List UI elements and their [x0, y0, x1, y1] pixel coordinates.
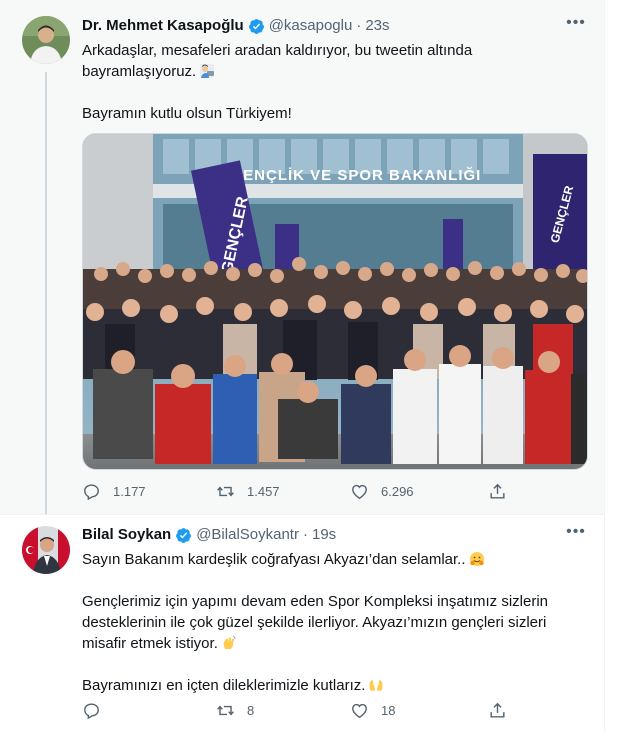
- retweet-button[interactable]: 8: [216, 701, 254, 720]
- meta-separator: ·: [302, 526, 308, 543]
- tweet-text: Sayın Bakanım kardeşlik coğrafyası Akyaz…: [82, 549, 587, 696]
- reply-icon: [84, 703, 99, 720]
- tweet-paragraph: Gençlerimiz için yapımı devam eden Spor …: [82, 591, 587, 654]
- share-button[interactable]: [488, 482, 519, 501]
- retweet-icon: [217, 486, 234, 497]
- tweet-text: Arkadaşlar, mesafeleri aradan kaldırıyor…: [82, 40, 587, 124]
- like-count: 6.296: [381, 484, 414, 499]
- reply-count: 1.177: [113, 484, 146, 499]
- group-photo-image: T.C. GENÇLİK VE SPOR BAKANLIĞI GENÇLER G…: [83, 134, 587, 469]
- retweet-count: 1.457: [247, 484, 280, 499]
- tweet-paragraph: Sayın Bakanım kardeşlik coğrafyası Akyaz…: [82, 549, 587, 570]
- heart-icon: [352, 484, 367, 500]
- more-options-icon[interactable]: •••: [566, 15, 586, 36]
- share-icon: [490, 483, 505, 499]
- waving-hand-emoji-icon: [223, 635, 236, 649]
- paragraph-text: Arkadaşlar, mesafeleri aradan kaldırıyor…: [82, 42, 473, 80]
- reply-button[interactable]: 1.177: [82, 482, 146, 501]
- hugging-face-emoji-icon: [469, 552, 484, 566]
- tweet-actions: 8 18: [82, 701, 505, 723]
- author-handle[interactable]: @BilalSoykantr: [196, 525, 299, 545]
- tweet-photo[interactable]: T.C. GENÇLİK VE SPOR BAKANLIĞI GENÇLER G…: [82, 133, 588, 470]
- man-technologist-emoji-icon: [200, 64, 215, 78]
- open-hands-emoji-icon: [369, 680, 383, 691]
- tweet-time[interactable]: 23s: [365, 16, 389, 36]
- author-name[interactable]: Dr. Mehmet Kasapoğlu: [82, 16, 244, 36]
- share-button[interactable]: [488, 701, 519, 720]
- verified-badge-icon: [176, 527, 192, 543]
- paragraph-text: Sayın Bakanım kardeşlik coğrafyası Akyaz…: [82, 551, 466, 568]
- tweet-paragraph: Bayramın kutlu olsun Türkiyem!: [82, 105, 292, 122]
- reply-icon: [84, 484, 99, 501]
- paragraph-text: Bayramınızı en içten dileklerimizle kutl…: [82, 677, 366, 694]
- meta-separator: ·: [356, 17, 362, 34]
- share-icon: [490, 702, 505, 718]
- author-handle[interactable]: @kasapoglu: [269, 16, 353, 36]
- tweet-actions: 1.177 1.457 6.296: [82, 482, 505, 504]
- tweet-header: Bilal Soykan @BilalSoykantr · 19s: [82, 525, 336, 545]
- retweet-icon: [217, 705, 234, 716]
- like-button[interactable]: 6.296: [350, 482, 414, 501]
- thread-line: [45, 72, 47, 514]
- avatar-kasapoglu[interactable]: [22, 16, 70, 64]
- reply-button[interactable]: [82, 701, 113, 720]
- avatar-soykan[interactable]: [22, 526, 70, 574]
- author-name[interactable]: Bilal Soykan: [82, 525, 171, 545]
- like-button[interactable]: 18: [350, 701, 395, 720]
- tweet-soykan[interactable]: Bilal Soykan @BilalSoykantr · 19s ••• Sa…: [0, 514, 604, 733]
- tweet-paragraph: Arkadaşlar, mesafeleri aradan kaldırıyor…: [82, 40, 587, 82]
- like-count: 18: [381, 703, 396, 718]
- retweet-count: 8: [247, 703, 255, 718]
- verified-badge-icon: [248, 18, 264, 34]
- heart-icon: [352, 703, 367, 719]
- tweet-kasapoglu[interactable]: Dr. Mehmet Kasapoğlu @kasapoglu · 23s ••…: [0, 0, 604, 514]
- tweet-header: Dr. Mehmet Kasapoğlu @kasapoglu · 23s: [82, 16, 390, 36]
- timeline-border: [604, 0, 605, 732]
- retweet-button[interactable]: 1.457: [216, 482, 280, 501]
- tweet-paragraph: Bayramınızı en içten dileklerimizle kutl…: [82, 675, 587, 696]
- paragraph-text: Gençlerimiz için yapımı devam eden Spor …: [82, 593, 549, 652]
- tweet-time[interactable]: 19s: [312, 525, 336, 545]
- more-options-icon[interactable]: •••: [566, 524, 586, 545]
